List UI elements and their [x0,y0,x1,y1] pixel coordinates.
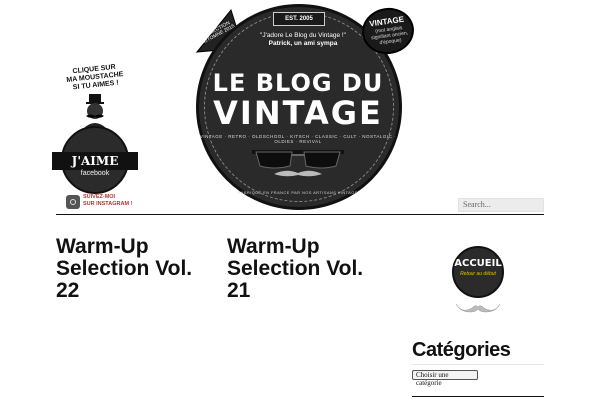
header-divider [56,214,544,215]
logo-quote: "J'adore Le Blog du Vintage !" Patrick, … [248,32,358,48]
facebook-like-badge[interactable]: CLIQUE SUR MA MOUSTACHE SI TU AIMES ! J'… [52,64,138,212]
page: CLIQUE SUR MA MOUSTACHE SI TU AIMES ! J'… [0,0,600,400]
like-call-to-action: CLIQUE SUR MA MOUSTACHE SI TU AIMES ! [55,62,135,94]
quote-author: Patrick, un ami sympa [268,40,338,47]
instagram-icon [66,195,80,209]
mustache-icon [455,303,501,313]
instagram-link[interactable]: SUIVEZ-MOI SUR INSTAGRAM ! [66,192,138,212]
instagram-line: SUIVEZ-MOI [83,194,116,200]
post-title-link[interactable]: Warm-Up Selection Vol. 21 [227,236,387,302]
established-label: EST. 2005 [273,12,325,26]
like-button[interactable]: J'AIME [52,152,138,170]
home-badge-label: ACCUEIL [454,258,502,269]
categories-heading: Catégories [412,339,511,361]
facebook-label: facebook [80,170,110,177]
sunglasses-mustache-icon [252,150,344,177]
logo-bottom-text: FABRIQUÉ EN FRANCE PAR NOS ARTISANS VINT… [238,190,358,195]
logo-title-line2: VINTAGE [213,94,383,132]
category-select[interactable]: Choisir une catégorie [412,370,478,387]
logo-tagline: VINTAGE · RETRO · OLDSCHOOL · KITSCH · C… [199,134,397,144]
sidebar-divider [412,396,544,397]
search-input[interactable]: Search... [458,198,544,212]
instagram-line: SUR INSTAGRAM ! [83,201,133,207]
post-title-link[interactable]: Warm-Up Selection Vol. 22 [56,236,216,302]
categories-divider [412,364,544,365]
instagram-label: SUIVEZ-MOI SUR INSTAGRAM ! [83,194,139,208]
home-badge-link[interactable]: ACCUEIL Retour au début [450,244,506,320]
mustache-man-icon[interactable] [80,94,110,128]
home-badge-sub: Retour au début [460,271,496,277]
logo-title-line1: LE BLOG DU [212,69,384,97]
quote-text: "J'adore Le Blog du Vintage !" [260,32,346,39]
